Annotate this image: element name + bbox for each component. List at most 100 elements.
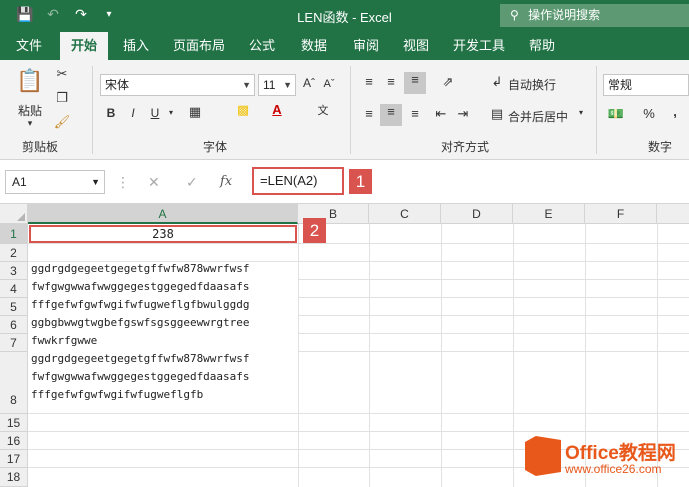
gridline [298,333,689,334]
wrap-text-button[interactable]: 自动换行 [508,76,570,93]
cell-a2-line: fwfgwgwwafwwggegestggegedfdaasafs [31,370,250,383]
format-painter-icon[interactable]: 🖌 [52,114,72,130]
tab-formulas[interactable]: 公式 [240,32,284,60]
column-header-c[interactable]: C [369,204,441,224]
font-group-label: 字体 [202,140,227,154]
cell-a1[interactable]: 238 [29,225,297,243]
tab-help[interactable]: 帮助 [520,32,564,60]
tell-me-search[interactable]: ⚲ 操作说明搜索 [500,4,689,27]
row-header-18[interactable]: 18 [0,468,28,487]
decrease-indent-icon[interactable]: ⇤ [432,106,450,122]
merge-center-icon[interactable]: ▤ [488,106,506,122]
increase-indent-icon[interactable]: ⇥ [454,106,472,122]
gridline [298,351,689,352]
paste-dropdown-icon[interactable]: ▾ [24,118,36,129]
row-header-7[interactable]: 7 [0,334,28,352]
font-color-icon[interactable]: A [266,102,288,117]
number-group-label: 数字 [647,140,672,154]
phonetic-icon[interactable]: 文 [312,102,334,118]
tab-developer[interactable]: 开发工具 [446,32,512,60]
underline-icon[interactable]: U [148,106,162,120]
row-header-2[interactable]: 2 [0,244,28,262]
tab-file[interactable]: 文件 [6,32,52,60]
percent-button[interactable]: % [640,106,658,121]
row-header-5[interactable]: 5 [0,298,28,316]
row-header-15[interactable]: 15 [0,414,28,432]
column-header-e[interactable]: E [513,204,585,224]
search-icon: ⚲ [510,8,519,22]
gridline [28,413,689,414]
align-right-icon[interactable]: ≡ [406,106,424,121]
tell-me-label: 操作说明搜索 [528,8,601,22]
align-left-icon[interactable]: ≡ [360,106,378,121]
column-header-a[interactable]: A [28,204,298,224]
row-header-8[interactable]: 8 [0,352,28,414]
ribbon-home: 📋 粘贴 ▾ ✂ ❐ 🖌 剪贴板 宋体 ▼ 11 ▼ Aˆ Aˇ B I U ▾… [0,60,689,160]
cell-a2-line: fwwkrfgwwe [31,334,98,347]
chevron-down-icon: ▼ [91,177,100,187]
gridline [513,224,514,487]
ribbon-tabs: 文件 开始 插入 页面布局 公式 数据 审阅 视图 开发工具 帮助 [0,32,689,60]
gridline [441,224,442,487]
name-box[interactable]: A1 ▼ [5,170,105,194]
gridline [298,315,689,316]
align-middle-icon[interactable]: ≡ [382,74,400,89]
fill-color-icon[interactable]: ▩ [232,102,254,118]
row-header-1[interactable]: 1 [0,224,28,244]
comma-button[interactable]: , [666,104,684,119]
tab-review[interactable]: 审阅 [344,32,388,60]
row-header-17[interactable]: 17 [0,450,28,468]
tab-home[interactable]: 开始 [60,32,108,60]
accounting-format-icon[interactable]: 💵 [606,106,626,122]
column-header-d[interactable]: D [441,204,513,224]
insert-function-icon[interactable]: fx [220,174,232,189]
bold-icon[interactable]: B [104,106,118,120]
tab-insert[interactable]: 插入 [114,32,158,60]
gridline [28,243,689,244]
number-format-combo[interactable]: 常规 [603,74,689,96]
column-header-f[interactable]: F [585,204,657,224]
cell-a2-line: ggdrgdgegeetgegetgffwfw878wwrfwsf [31,262,250,275]
increase-font-icon[interactable]: Aˆ [300,76,318,90]
italic-icon[interactable]: I [126,106,140,120]
cancel-icon[interactable]: ✕ [148,174,160,191]
gridline [28,431,689,432]
gridline [369,224,370,487]
borders-icon[interactable]: ▦ [184,104,206,120]
copy-icon[interactable]: ❐ [52,90,72,106]
tab-view[interactable]: 视图 [396,32,436,60]
row-header-3[interactable]: 3 [0,262,28,280]
tab-page-layout[interactable]: 页面布局 [166,32,232,60]
cell-a2-line: ggdrgdgegeetgegetgffwfw878wwrfwsf [31,352,250,365]
enter-icon[interactable]: ✓ [186,174,198,191]
clipboard-group-label: 剪贴板 [21,140,58,154]
align-center-icon[interactable]: ≡ [380,104,402,126]
orientation-icon[interactable]: ⇗ [436,74,460,90]
watermark-url: www.office26.com [565,462,662,476]
cell-a2-line: fffgefwfgwfwgifwfugweflgfbwulggdg [31,298,250,311]
group-divider [350,66,351,154]
formula-input[interactable]: =LEN(A2) [252,167,344,195]
paste-icon[interactable]: 📋 [14,68,46,98]
cut-icon[interactable]: ✂ [52,66,72,82]
chevron-down-icon: ▼ [242,80,251,90]
chevron-down-icon[interactable]: ▾ [576,108,586,117]
font-size-combo[interactable]: 11 ▼ [258,74,296,96]
chevron-down-icon: ▼ [283,80,292,90]
decrease-font-icon[interactable]: Aˇ [320,78,338,90]
align-top-icon[interactable]: ≡ [360,74,378,89]
column-header-g[interactable] [657,204,689,224]
merge-center-button[interactable]: 合并后居中 [508,108,580,125]
row-header-4[interactable]: 4 [0,280,28,298]
wrap-text-icon[interactable]: ↲ [488,74,506,90]
font-name-combo[interactable]: 宋体 ▼ [100,74,255,96]
select-all-button[interactable] [0,204,28,224]
row-header-6[interactable]: 6 [0,316,28,334]
chevron-down-icon[interactable]: ▾ [166,108,176,117]
title-bar: 💾 ↶ ↷ ▾ LEN函数 - Excel ⚲ 操作说明搜索 [0,0,689,32]
formula-bar: A1 ▼ ⋮ ✕ ✓ fx =LEN(A2) 1 [0,160,689,204]
paste-button[interactable]: 粘贴 [10,102,50,119]
row-header-16[interactable]: 16 [0,432,28,450]
align-bottom-icon[interactable]: ≡ [404,72,426,94]
tab-data[interactable]: 数据 [292,32,336,60]
